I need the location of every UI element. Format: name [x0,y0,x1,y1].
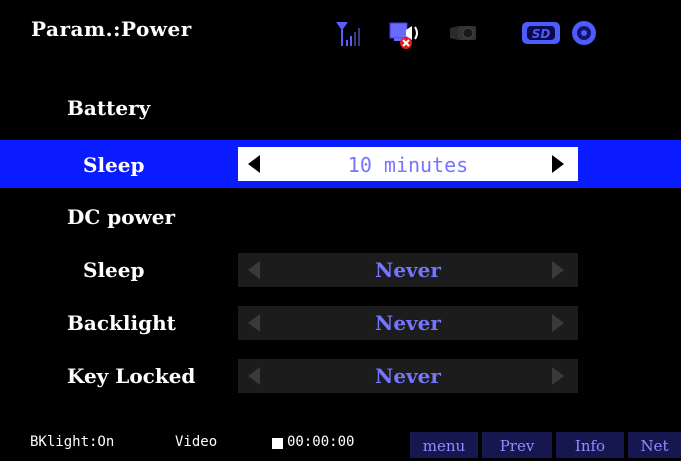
battery-sleep-label: Sleep [83,153,145,177]
monitor-speaker-muted-icon [389,22,418,49]
backlight-label: Backlight [67,311,176,335]
battery-sleep-selector[interactable]: 10 minutes [238,147,578,181]
arrow-right-icon[interactable] [552,367,564,385]
record-timer: 00:00:00 [287,434,355,450]
key-locked-label: Key Locked [67,364,196,388]
menu-button[interactable]: menu [410,432,478,458]
header-bar: Param.:Power SD [0,0,681,63]
svg-text:SD: SD [532,27,551,41]
record-indicator-icon [272,438,283,449]
sd-card-icon: SD [522,22,560,44]
arrow-right-icon[interactable] [552,261,564,279]
battery-sleep-value: 10 minutes [347,153,469,177]
dc-power-heading: DC power [67,205,176,229]
prev-button[interactable]: Prev [482,432,552,458]
dc-sleep-selector[interactable]: Never [238,253,578,287]
backlight-selector[interactable]: Never [238,306,578,340]
page-title: Param.:Power [31,17,192,41]
battery-heading: Battery [67,96,151,120]
footer-bar: BKlight:On Video 00:00:00 menu Prev Info… [0,428,681,461]
mode-status: Video [175,434,218,450]
net-button[interactable]: Net [628,432,681,458]
backlight-status: BKlight:On [30,434,115,450]
key-locked-value: Never [375,364,441,388]
camera-icon [450,26,476,40]
arrow-right-icon[interactable] [552,155,564,173]
dc-sleep-value: Never [375,258,441,282]
key-locked-selector[interactable]: Never [238,359,578,393]
backlight-value: Never [375,311,441,335]
arrow-right-icon[interactable] [552,314,564,332]
disc-icon [572,21,596,45]
info-button[interactable]: Info [556,432,624,458]
dc-sleep-label: Sleep [83,258,145,282]
signal-antenna-icon [336,22,360,46]
